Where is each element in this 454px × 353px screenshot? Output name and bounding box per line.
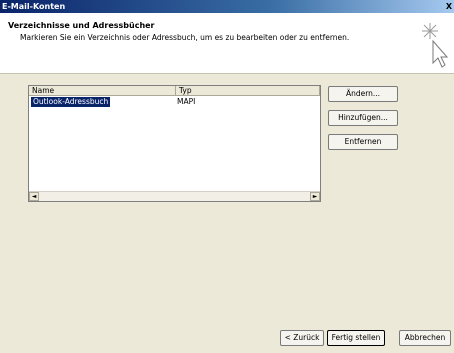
close-icon[interactable]: X — [444, 0, 454, 13]
wizard-cursor-icon — [422, 23, 448, 68]
list-header: Name Typ — [29, 86, 320, 96]
window-title: E-Mail-Konten — [2, 2, 66, 11]
title-bar: E-Mail-Konten X — [0, 0, 454, 13]
scroll-left-icon[interactable]: ◄ — [29, 192, 39, 201]
column-header-type[interactable]: Typ — [176, 86, 320, 95]
list-item-name[interactable]: Outlook-Adressbuch — [29, 96, 112, 108]
email-accounts-dialog: E-Mail-Konten X Verzeichnisse und Adress… — [0, 0, 454, 353]
scroll-right-icon[interactable]: ► — [310, 192, 320, 201]
change-button[interactable]: Ändern... — [328, 86, 398, 102]
back-button[interactable]: < Zurück — [280, 330, 324, 346]
remove-button[interactable]: Entfernen — [328, 134, 398, 150]
list-item[interactable]: Outlook-Adressbuch MAPI — [29, 96, 320, 108]
add-button[interactable]: Hinzufügen... — [328, 110, 398, 126]
finish-button[interactable]: Fertig stellen — [327, 330, 385, 346]
wizard-header: Verzeichnisse und Adressbücher Markieren… — [0, 13, 454, 74]
horizontal-scrollbar[interactable]: ◄ ► — [29, 191, 320, 201]
list-item-type: MAPI — [177, 97, 196, 106]
column-header-name[interactable]: Name — [29, 86, 176, 95]
address-book-list[interactable]: Name Typ Outlook-Adressbuch MAPI ◄ ► — [28, 85, 321, 202]
page-description: Markieren Sie ein Verzeichnis oder Adres… — [20, 33, 350, 42]
cancel-button[interactable]: Abbrechen — [399, 330, 451, 346]
page-title: Verzeichnisse und Adressbücher — [8, 21, 155, 30]
